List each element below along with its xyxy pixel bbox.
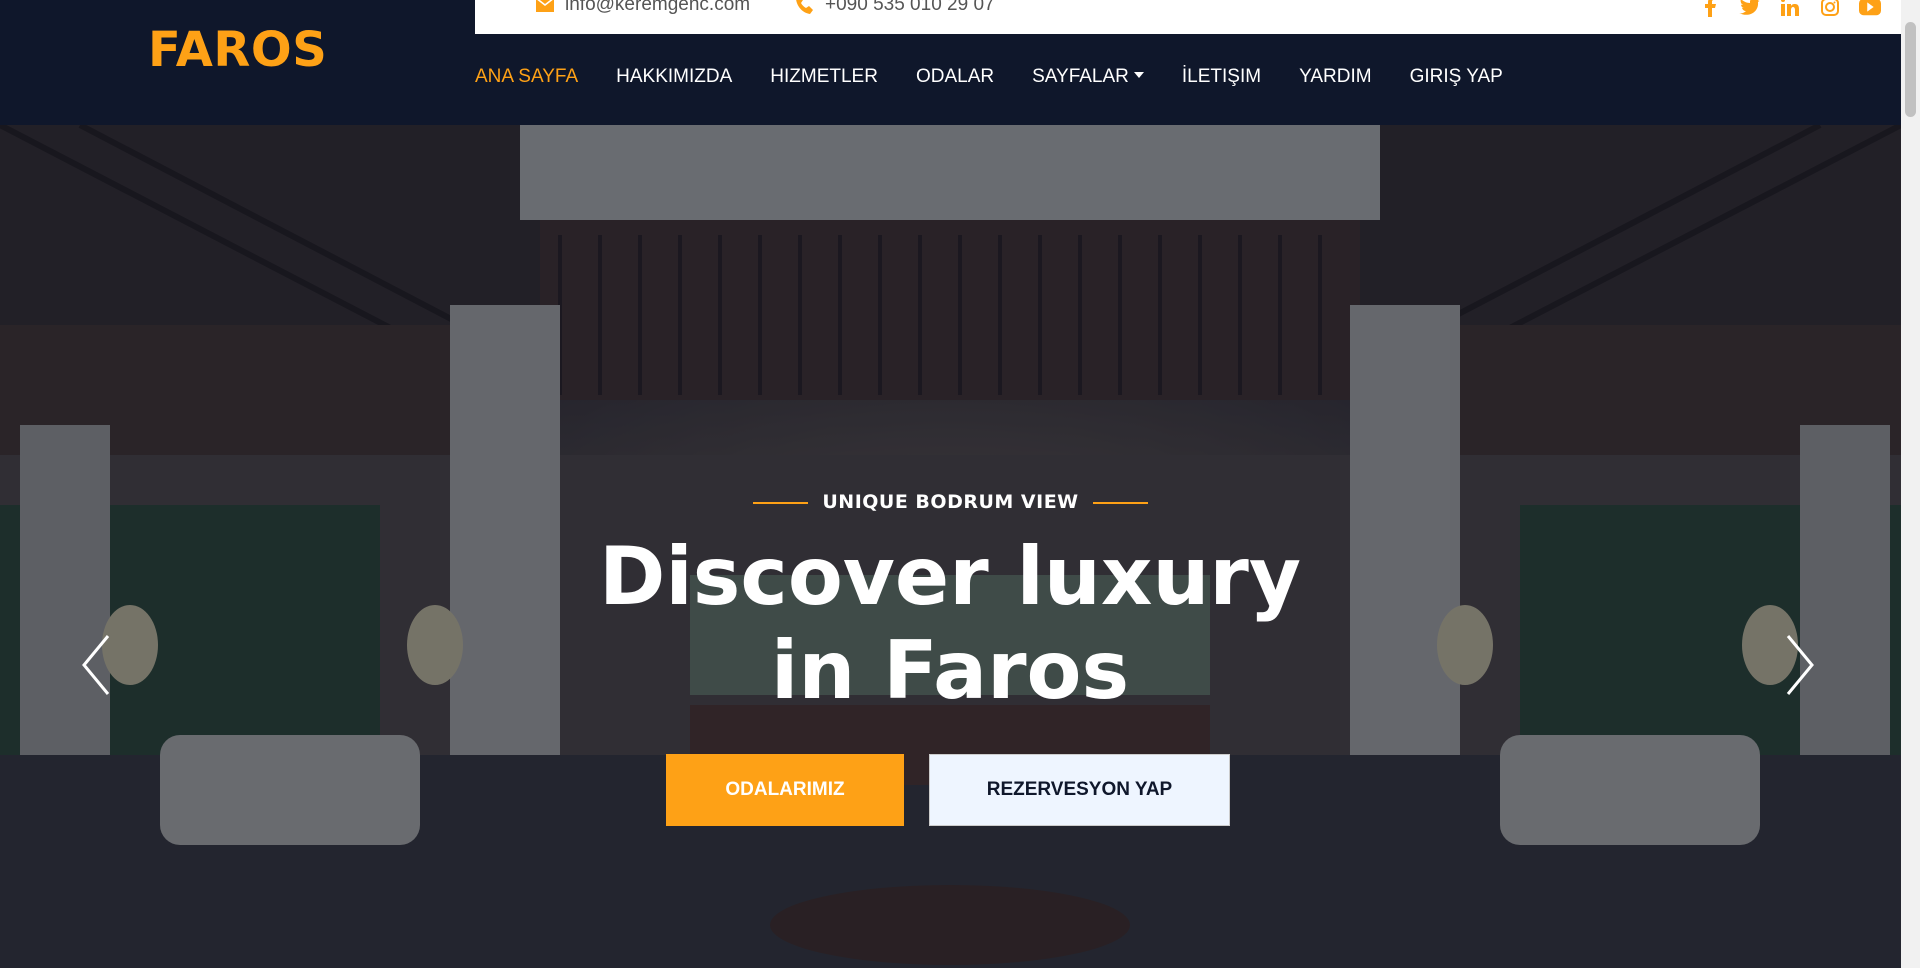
nav-item-giris-yap[interactable]: GIRIŞ YAP bbox=[1410, 66, 1503, 88]
nav-item-sayfalar-label: SAYFALAR bbox=[1032, 66, 1129, 87]
twitter-icon[interactable] bbox=[1739, 0, 1761, 18]
hero-subtitle-text: UNIQUE BODRUM VIEW bbox=[822, 491, 1079, 513]
phone-icon bbox=[796, 0, 813, 14]
nav-item-iletisim[interactable]: İLETIŞIM bbox=[1182, 66, 1261, 88]
site-header: FAROS info@keremgenc.com +090 535 010 29… bbox=[0, 0, 1901, 125]
nav-item-yardim[interactable]: YARDIM bbox=[1299, 66, 1371, 88]
hero-content: UNIQUE BODRUM VIEW Discover luxury in Fa… bbox=[0, 125, 1901, 968]
nav-item-ana-sayfa[interactable]: ANA SAYFA bbox=[475, 66, 578, 88]
hero-headline: Discover luxury in Faros bbox=[598, 530, 1302, 717]
instagram-icon[interactable] bbox=[1819, 0, 1841, 18]
social-links bbox=[1699, 0, 1881, 18]
hero-subtitle: UNIQUE BODRUM VIEW bbox=[0, 491, 1901, 513]
email-contact[interactable]: info@keremgenc.com bbox=[535, 0, 751, 15]
nav-item-hizmetler[interactable]: HIZMETLER bbox=[770, 66, 878, 88]
top-contact-bar: info@keremgenc.com +090 535 010 29 07 bbox=[475, 0, 1901, 34]
subtitle-right-line bbox=[1092, 501, 1148, 504]
hero-carousel: UNIQUE BODRUM VIEW Discover luxury in Fa… bbox=[0, 125, 1901, 968]
subtitle-left-line bbox=[753, 501, 809, 504]
phone-contact[interactable]: +090 535 010 29 07 bbox=[795, 0, 995, 15]
nav-item-sayfalar-dropdown[interactable]: SAYFALAR bbox=[1032, 66, 1144, 88]
caret-down-icon bbox=[1133, 71, 1144, 78]
linkedin-icon[interactable] bbox=[1779, 0, 1801, 18]
envelope-icon bbox=[536, 0, 554, 12]
scrollbar-thumb[interactable] bbox=[1905, 22, 1916, 117]
odalarimiz-button[interactable]: ODALARIMIZ bbox=[666, 754, 904, 826]
carousel-prev-arrow-icon[interactable] bbox=[76, 630, 116, 700]
brand-logo[interactable]: FAROS bbox=[148, 22, 327, 78]
carousel-next-arrow-icon[interactable] bbox=[1780, 630, 1820, 700]
rezervasyon-button[interactable]: REZERVESYON YAP bbox=[929, 754, 1230, 826]
facebook-icon[interactable] bbox=[1699, 0, 1721, 18]
page: FAROS info@keremgenc.com +090 535 010 29… bbox=[0, 0, 1920, 968]
nav-item-hakkimizda[interactable]: HAKKIMIZDA bbox=[616, 66, 732, 88]
email-text: info@keremgenc.com bbox=[565, 0, 751, 15]
youtube-icon[interactable] bbox=[1859, 0, 1881, 18]
page-scrollbar[interactable] bbox=[1901, 0, 1920, 968]
main-nav: ANA SAYFA HAKKIMIZDA HIZMETLER ODALAR SA… bbox=[475, 66, 1541, 88]
phone-text: +090 535 010 29 07 bbox=[825, 0, 995, 15]
nav-item-odalar[interactable]: ODALAR bbox=[916, 66, 994, 88]
